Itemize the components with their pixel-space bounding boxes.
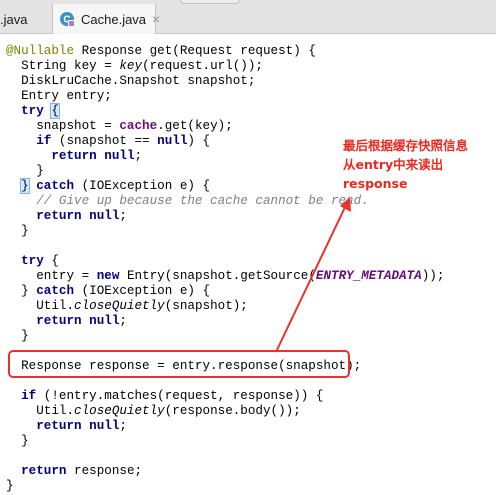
code-text: (snapshot ==	[51, 134, 158, 148]
code-text: (!entry.matches(request, response)) {	[36, 389, 324, 403]
code-line: return null;	[6, 149, 142, 164]
keyword: new	[96, 269, 120, 283]
keyword: return	[36, 314, 82, 328]
code-line: Util.closeQuietly(snapshot);	[6, 299, 248, 314]
annotation-line: response	[343, 176, 408, 191]
code-line: return null;	[6, 314, 127, 329]
code-line: @Nullable Response get(Request request) …	[6, 44, 316, 59]
annotation-line: 从entry中来读出	[343, 157, 444, 172]
code-line: snapshot = cache.get(key);	[6, 119, 233, 134]
code-text: (response.body());	[164, 404, 301, 418]
code-line: }	[6, 329, 29, 343]
code-text: ) {	[187, 134, 211, 148]
code-line: }	[6, 479, 14, 493]
code-line: } catch (IOException e) {	[6, 284, 211, 298]
tab-label: Cache.java	[81, 11, 147, 27]
keyword: null	[89, 314, 120, 328]
keyword: null	[89, 209, 120, 223]
code-text: Response get(Request request) {	[74, 44, 316, 58]
code-line: String key = key(request.url());	[6, 59, 263, 74]
code-line: return null;	[6, 419, 127, 434]
keyword: null	[104, 149, 135, 163]
matched-brace: }	[20, 178, 30, 194]
code-text: {	[43, 254, 59, 268]
matched-brace: {	[50, 103, 60, 119]
code-line: entry = new Entry(snapshot.getSource(ENT…	[6, 269, 444, 284]
keyword: return	[21, 464, 67, 478]
code-line: // Give up because the cache cannot be r…	[6, 194, 369, 209]
keyword: return	[36, 209, 82, 223]
tab-cache-java[interactable]: C Cache.java ×	[52, 4, 160, 34]
code-line: } catch (IOException e) {	[6, 178, 211, 194]
keyword: if	[21, 389, 37, 403]
code-text: ;	[119, 419, 127, 433]
code-text: (IOException e) {	[74, 179, 211, 193]
keyword: try	[21, 254, 44, 268]
code-line: return response;	[6, 464, 142, 479]
code-line: try {	[6, 103, 60, 119]
code-text: entry =	[6, 269, 97, 283]
code-line: return null;	[6, 209, 127, 224]
java-class-icon: C	[59, 11, 75, 27]
code-text: String key =	[6, 59, 120, 73]
highlight-box	[8, 350, 350, 378]
keyword: if	[36, 134, 52, 148]
constant-token: ENTRY_METADATA	[315, 269, 422, 283]
code-text: (IOException e) {	[74, 284, 211, 298]
annotation-token: @Nullable	[6, 44, 75, 58]
code-text: .get(key);	[157, 119, 233, 133]
tab-label: .java	[0, 11, 28, 27]
code-text: response;	[66, 464, 143, 478]
code-line: try {	[6, 254, 59, 269]
keyword: return	[36, 419, 82, 433]
method-call: key	[119, 59, 143, 73]
code-line: }	[6, 434, 29, 448]
keyword: try	[21, 104, 44, 118]
code-line: if (!entry.matches(request, response)) {	[6, 389, 323, 404]
editor-tab-bar: .java C Cache.java ×	[0, 0, 496, 34]
method-call: closeQuietly	[74, 299, 165, 313]
code-text: Entry(snapshot.getSource(	[119, 269, 316, 283]
tab-previous-file[interactable]: .java	[0, 4, 52, 34]
code-text: snapshot =	[6, 119, 120, 133]
code-text: Util.	[6, 404, 75, 418]
keyword: null	[89, 419, 120, 433]
close-icon[interactable]: ×	[152, 12, 160, 26]
code-line: DiskLruCache.Snapshot snapshot;	[6, 74, 256, 88]
keyword: catch	[36, 179, 75, 193]
code-line: }	[6, 224, 29, 238]
code-text: ;	[119, 314, 127, 328]
code-text: ));	[421, 269, 445, 283]
code-line: Util.closeQuietly(response.body());	[6, 404, 301, 419]
code-text: ;	[134, 149, 143, 163]
code-line: Entry entry;	[6, 89, 112, 103]
keyword: catch	[36, 284, 75, 298]
code-editor[interactable]: @Nullable Response get(Request request) …	[0, 34, 496, 495]
background-tab-edge	[180, 0, 240, 4]
code-text: ;	[119, 209, 127, 223]
code-text: Util.	[6, 299, 75, 313]
annotation-line: 最后根据缓存快照信息	[343, 138, 469, 153]
code-line: if (snapshot == null) {	[6, 134, 210, 149]
keyword: return	[51, 149, 97, 163]
annotation-note: 最后根据缓存快照信息 从entry中来读出 response	[343, 136, 493, 193]
field-token: cache	[119, 119, 158, 133]
method-call: closeQuietly	[74, 404, 165, 418]
keyword: null	[157, 134, 188, 148]
code-text: (snapshot);	[164, 299, 248, 313]
code-text: (request.url());	[142, 59, 263, 73]
code-line: }	[6, 164, 44, 178]
comment: // Give up because the cache cannot be r…	[6, 194, 369, 208]
